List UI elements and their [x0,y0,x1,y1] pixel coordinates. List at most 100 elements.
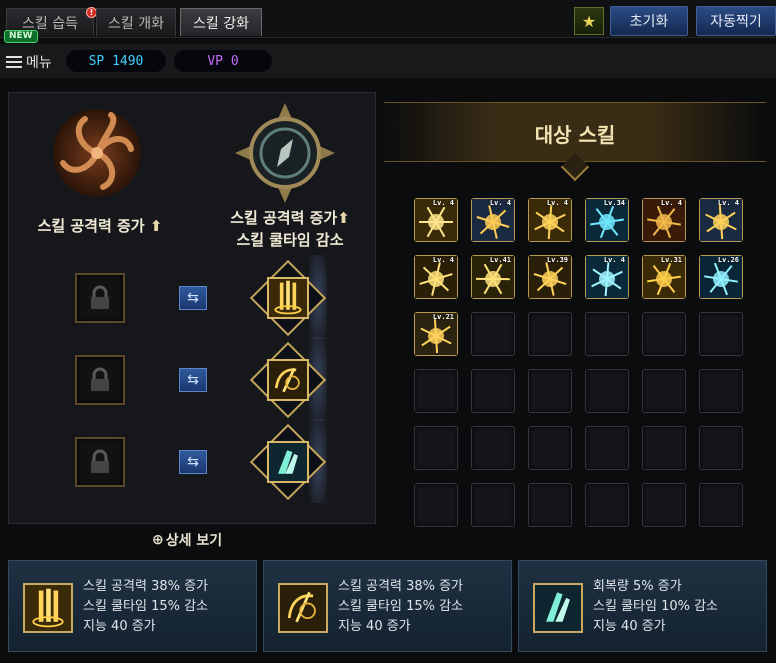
details-label: 상세 보기 [165,533,223,549]
tab-label: 스킬 개화 [108,15,164,32]
tab-skill-bloom[interactable]: 스킬 개화 [96,8,176,36]
empty-skill-slot[interactable] [585,483,629,527]
empty-skill-slot[interactable] [528,369,572,413]
compass-emblem-icon[interactable] [233,101,337,205]
mode-b-line1: 스킬 공격력 증가 [230,209,338,227]
skill-level: Lv.41 [489,256,511,264]
golden-pillar-icon [23,583,73,633]
card-lines: 회복량 5% 증가 스킬 쿨타임 10% 감소 지능 40 증가 [593,577,718,637]
swirl-emblem-icon[interactable] [49,105,145,201]
skill-slot[interactable]: Lv.31 [642,255,686,299]
reset-label: 초기화 [629,14,669,30]
skill-slot[interactable]: Lv. 4 [414,255,458,299]
swap-button[interactable]: ⇆ [179,286,207,310]
skill-slot[interactable]: Lv. 4 [471,198,515,242]
empty-skill-slot[interactable] [699,483,743,527]
auto-allocate-button[interactable]: 자동찍기 [696,6,776,36]
skill-level: Lv. 4 [603,256,625,264]
empty-skill-slot[interactable] [471,483,515,527]
empty-skill-slot[interactable] [585,426,629,470]
enhance-slot-2[interactable] [249,337,327,425]
card-lines: 스킬 공격력 38% 증가 스킬 쿨타임 15% 감소 지능 40 증가 [83,577,208,637]
star-icon: ★ [581,11,597,31]
target-skill-title: 대상 스킬 [534,123,616,147]
empty-skill-slot[interactable] [528,483,572,527]
enhance-summary-card[interactable]: 스킬 공격력 38% 증가 스킬 쿨타임 15% 감소 지능 40 증가 [263,560,512,652]
empty-skill-slot[interactable] [642,312,686,356]
empty-skill-slot[interactable] [471,312,515,356]
empty-skill-slot[interactable] [699,312,743,356]
skill-slot[interactable]: Lv. 4 [642,198,686,242]
swap-button[interactable]: ⇆ [179,450,207,474]
empty-skill-slot[interactable] [471,426,515,470]
card-line: 스킬 쿨타임 15% 감소 [338,599,464,614]
reset-button[interactable]: 초기화 [610,6,688,36]
swap-icon: ⇆ [187,372,199,388]
card-line: 스킬 쿨타임 10% 감소 [593,599,719,614]
vp-counter: VP 0 [174,50,272,72]
magnifier-plus-icon: ⊕ [152,532,164,548]
card-line: 회복량 5% 증가 [593,579,682,594]
details-link[interactable]: ⊕ 상세 보기 [152,530,222,550]
skill-level: Lv. 4 [660,199,682,207]
skill-slot[interactable]: Lv.26 [699,255,743,299]
skill-slot[interactable]: Lv.21 [414,312,458,356]
empty-skill-slot[interactable] [699,426,743,470]
tab-label: 스킬 강화 [193,15,249,32]
empty-skill-slot[interactable] [642,369,686,413]
card-line: 지능 40 증가 [593,619,666,634]
skill-level: Lv.34 [603,199,625,207]
empty-skill-slot[interactable] [642,426,686,470]
skill-slot[interactable]: Lv. 4 [414,198,458,242]
skill-slot[interactable]: Lv. 4 [585,255,629,299]
empty-skill-slot[interactable] [528,312,572,356]
mode-a-label: 스킬 공격력 증가 ⬆ [15,215,185,237]
empty-skill-slot[interactable] [528,426,572,470]
empty-skill-slot[interactable] [471,369,515,413]
locked-slot[interactable] [75,273,125,323]
swap-icon: ⇆ [187,454,199,470]
empty-skill-slot[interactable] [585,369,629,413]
skill-level: Lv. 4 [489,199,511,207]
enhance-summary-card[interactable]: 회복량 5% 증가 스킬 쿨타임 10% 감소 지능 40 증가 [518,560,767,652]
praying-hands-icon [267,441,309,483]
resource-bar: 메뉴 SP 1490 VP 0 [0,44,776,78]
skill-slot[interactable]: Lv. 4 [699,198,743,242]
lock-icon [91,367,109,391]
skill-slot[interactable]: Lv.34 [585,198,629,242]
skill-level: Lv.26 [717,256,739,264]
enhance-slot-3[interactable] [249,419,327,507]
card-lines: 스킬 공격력 38% 증가 스킬 쿨타임 15% 감소 지능 40 증가 [338,577,463,637]
card-line: 지능 40 증가 [338,619,411,634]
skill-level: Lv.21 [432,313,454,321]
empty-skill-slot[interactable] [699,369,743,413]
skill-slot[interactable]: Lv.39 [528,255,572,299]
enhance-mode-panel: 스킬 공격력 증가 ⬆ 스킬 공격력 증가⬆ 스킬 쿨타임 감소 ⇆ ⇆ ⇆ [8,92,376,524]
empty-skill-slot[interactable] [414,483,458,527]
menu-button[interactable]: 메뉴 [6,52,52,72]
enhance-slot-1[interactable] [249,255,327,343]
empty-skill-slot[interactable] [414,369,458,413]
skill-slot[interactable]: Lv.41 [471,255,515,299]
card-line: 지능 40 증가 [83,619,156,634]
skill-level: Lv. 4 [432,256,454,264]
enhance-summary-card[interactable]: 스킬 공격력 38% 증가 스킬 쿨타임 15% 감소 지능 40 증가 [8,560,257,652]
lock-icon [91,285,109,309]
sp-counter: SP 1490 [66,50,166,72]
locked-slot[interactable] [75,437,125,487]
golden-pillar-icon [267,277,309,319]
locked-slot[interactable] [75,355,125,405]
favorite-star-button[interactable]: ★ [574,7,604,35]
skill-slot[interactable]: Lv. 4 [528,198,572,242]
mode-a-line1: 스킬 공격력 증가 [37,217,145,235]
up-arrow-icon: ⬆ [337,209,350,227]
empty-skill-slot[interactable] [585,312,629,356]
card-line: 스킬 쿨타임 15% 감소 [83,599,209,614]
empty-skill-slot[interactable] [414,426,458,470]
skill-level: Lv.31 [660,256,682,264]
target-skill-banner: 대상 스킬 [384,102,766,182]
swap-button[interactable]: ⇆ [179,368,207,392]
tab-skill-enhance[interactable]: 스킬 강화 [180,8,262,36]
empty-skill-slot[interactable] [642,483,686,527]
hamburger-icon [6,55,22,69]
